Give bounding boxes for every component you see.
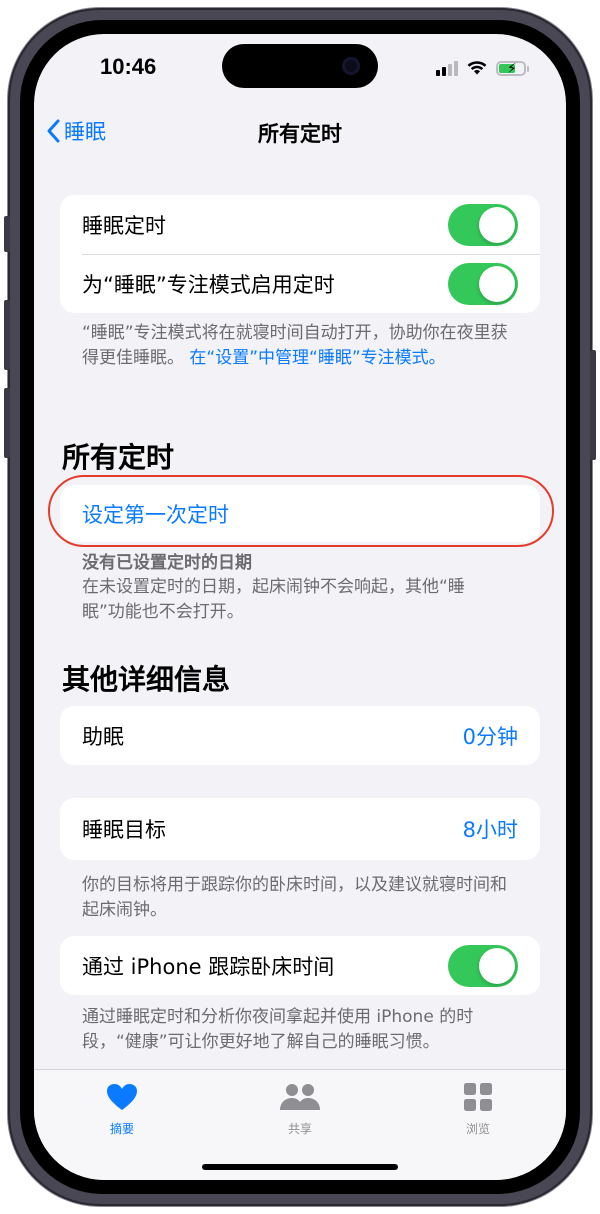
iphone-tracking-row: 通过 iPhone 跟踪卧床时间 — [60, 936, 540, 995]
status-bar: 10:46 ⚡ — [34, 34, 566, 94]
sleep-goal-label: 睡眠目标 — [82, 818, 166, 842]
iphone-tracking-card: 通过 iPhone 跟踪卧床时间 — [60, 936, 540, 995]
home-indicator[interactable] — [202, 1164, 398, 1170]
tab-bar: 摘要 共享 浏览 — [34, 1069, 566, 1180]
heart-icon — [107, 1084, 137, 1110]
wind-down-card: 助眠 0分钟 — [60, 706, 540, 765]
power-button — [590, 350, 596, 460]
cellular-signal-icon — [436, 60, 458, 76]
sleep-goal-value: 8小时 — [462, 818, 518, 842]
iphone-tracking-label: 通过 iPhone 跟踪卧床时间 — [82, 954, 335, 979]
tab-summary-label: 摘要 — [109, 1122, 134, 1136]
other-details-header: 其他详细信息 — [62, 663, 231, 696]
focus-schedule-label: 为“睡眠”专注模式启用定时 — [82, 272, 335, 297]
screen: 10:46 ⚡ 睡眠 所有定时 睡眠定时 为“睡眠”专注模式启用定时 “睡眠”专… — [34, 34, 566, 1180]
tab-browse-label: 浏览 — [465, 1122, 490, 1136]
sleep-schedule-row: 睡眠定时 — [60, 195, 540, 254]
manage-focus-link[interactable]: 在“设置”中管理“睡眠”专注模式。 — [189, 348, 445, 368]
all-schedules-header: 所有定时 — [62, 441, 175, 474]
wind-down-row[interactable]: 助眠 0分钟 — [60, 706, 540, 765]
tab-sharing[interactable]: 共享 — [240, 1082, 360, 1137]
set-first-schedule-button[interactable]: 设定第一次定时 — [60, 485, 540, 542]
sleep-schedule-toggle[interactable] — [448, 203, 518, 246]
empty-schedule-title: 没有已设置定时的日期 — [82, 553, 252, 573]
focus-schedule-toggle[interactable] — [448, 262, 518, 305]
page-title: 所有定时 — [258, 122, 342, 146]
iphone-tracking-footnote: 通过睡眠定时和分析你夜间拿起并使用 iPhone 的时段，“健康”可让你更好地了… — [82, 1007, 474, 1052]
battery-charging-icon: ⚡ — [496, 60, 529, 77]
focus-footnote: “睡眠”专注模式将在就寝时间自动打开，协助你在夜里获得更佳睡眠。 在“设置”中管… — [82, 321, 522, 371]
volume-up-button — [4, 300, 10, 370]
sleep-goal-row[interactable]: 睡眠目标 8小时 — [60, 798, 540, 860]
status-icons: ⚡ — [436, 58, 529, 78]
people-icon — [280, 1084, 320, 1110]
status-time: 10:46 — [100, 54, 157, 79]
sleep-goal-footnote: 你的目标将用于跟踪你的卧床时间，以及建议就寝时间和起床闹钟。 — [82, 875, 507, 920]
wind-down-label: 助眠 — [82, 724, 124, 749]
focus-schedule-row: 为“睡眠”专注模式启用定时 — [60, 254, 540, 313]
sleep-settings-card: 睡眠定时 为“睡眠”专注模式启用定时 — [60, 195, 540, 313]
wifi-icon — [467, 61, 487, 75]
iphone-tracking-toggle[interactable] — [448, 944, 518, 987]
dynamic-island — [222, 44, 378, 88]
set-first-schedule-label: 设定第一次定时 — [82, 502, 229, 527]
mute-switch — [4, 216, 10, 252]
tab-summary[interactable]: 摘要 — [62, 1082, 182, 1137]
tab-browse[interactable]: 浏览 — [418, 1082, 538, 1137]
sleep-schedule-label: 睡眠定时 — [82, 213, 166, 238]
empty-schedule-text: 在未设置定时的日期，起床闹钟不会响起，其他“睡眠”功能也不会打开。 — [82, 577, 465, 622]
volume-down-button — [4, 388, 10, 458]
navigation-bar: 睡眠 所有定时 — [34, 112, 566, 156]
wind-down-value: 0分钟 — [462, 724, 518, 749]
tab-sharing-label: 共享 — [287, 1122, 312, 1136]
grid-icon — [464, 1083, 492, 1111]
sleep-goal-card: 睡眠目标 8小时 — [60, 798, 540, 860]
camera-icon — [342, 57, 360, 75]
